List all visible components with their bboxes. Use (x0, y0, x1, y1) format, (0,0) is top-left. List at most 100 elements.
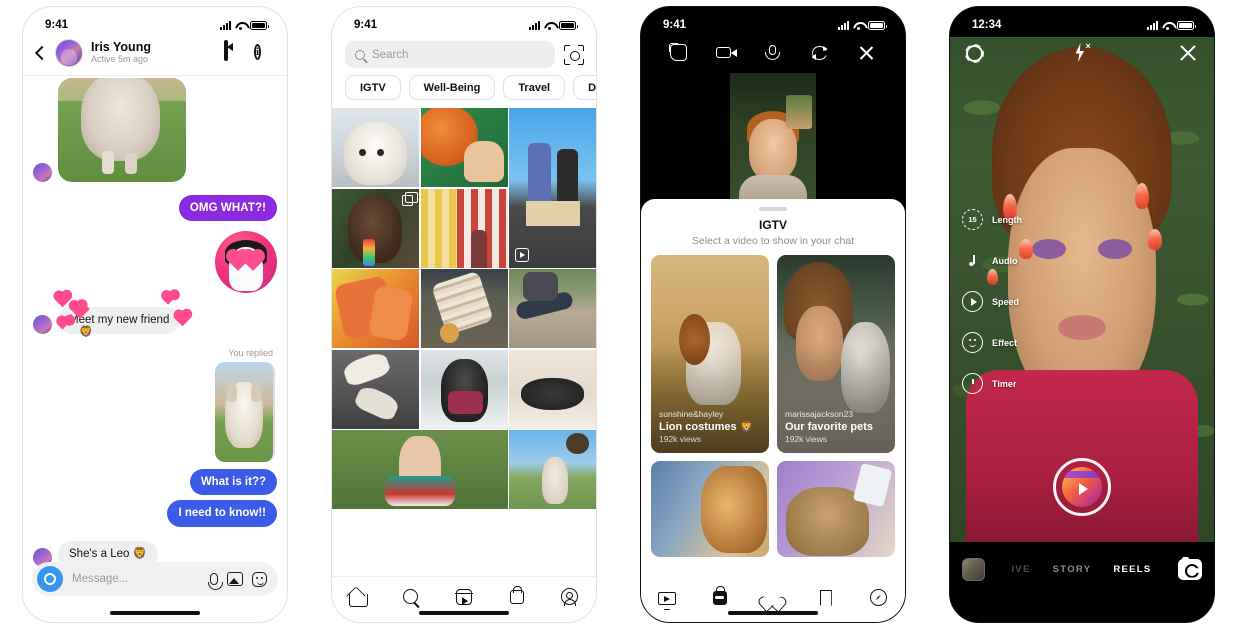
battery-icon (250, 20, 269, 30)
video-call-icon[interactable] (223, 40, 245, 64)
photo-icon[interactable] (227, 572, 243, 586)
message-bubble[interactable]: OMG WHAT?! (178, 195, 277, 222)
grid-item[interactable] (509, 349, 596, 429)
phone-frame-explore: 9:41 Search IGTV Well-Being Travel D (331, 6, 597, 623)
grid-item[interactable] (420, 188, 508, 268)
tool-audio[interactable]: Audio (962, 250, 1022, 271)
mic-icon[interactable] (207, 573, 223, 590)
camera-top-bar[interactable]: × (950, 41, 1214, 63)
message-bubble[interactable]: What is it?? (189, 468, 277, 496)
scan-icon[interactable] (564, 44, 584, 65)
category-chips[interactable]: IGTV Well-Being Travel De (332, 75, 596, 108)
signal-bars-icon (529, 20, 540, 30)
video-card[interactable]: marissajackson23 Our favorite pets 192k … (777, 254, 895, 453)
grid-item[interactable] (509, 108, 596, 268)
message-bubble[interactable]: I need to know!! (167, 500, 277, 527)
grid-item[interactable] (420, 349, 508, 429)
chip-decor[interactable]: De (573, 75, 596, 100)
audio-icon (962, 250, 983, 271)
phone-frame-reels-camera: 12:34 × 15 Length Audio Speed Effect Tim… (949, 6, 1215, 623)
message-sticker[interactable] (215, 231, 277, 294)
sheet-subtitle: Select a video to show in your chat (691, 234, 855, 247)
gallery-thumbnail[interactable] (962, 558, 985, 581)
tab-explore[interactable] (868, 587, 890, 609)
grid-item[interactable] (332, 349, 419, 429)
mode-live[interactable]: IVE (1011, 564, 1030, 575)
search-input[interactable]: Search (345, 41, 555, 68)
tab-shop[interactable] (506, 586, 528, 608)
chip-travel[interactable]: Travel (503, 75, 566, 100)
tab-search[interactable] (400, 586, 422, 608)
video-card[interactable]: sunshine&hayley Lion costumes 🦁 192k vie… (651, 254, 769, 453)
status-bar: 12:34 (950, 7, 1214, 37)
flip-camera-icon[interactable] (1178, 557, 1202, 580)
explore-grid[interactable] (332, 108, 596, 509)
tool-speed[interactable]: Speed (962, 291, 1022, 312)
grid-item[interactable] (420, 269, 508, 348)
grid-item[interactable] (332, 430, 508, 509)
message-photo-cat[interactable] (58, 78, 186, 182)
phone-frame-video-chat: 9:41 IGTV Select a video to show in your… (640, 6, 906, 623)
camera-icon[interactable] (37, 566, 63, 592)
tab-shop[interactable] (709, 586, 731, 609)
wifi-icon (235, 21, 246, 30)
grid-item[interactable] (509, 430, 596, 509)
flip-camera-icon[interactable] (809, 43, 831, 63)
tab-saved[interactable] (815, 587, 837, 609)
tool-timer[interactable]: Timer (962, 373, 1022, 394)
dm-contact[interactable]: Iris Young Active 5m ago (91, 40, 151, 66)
mode-story[interactable]: STORY (1053, 564, 1092, 575)
grid-item[interactable] (332, 188, 419, 268)
close-icon[interactable] (856, 43, 878, 63)
message-input[interactable]: Message... (72, 573, 201, 585)
tool-effect[interactable]: Effect (962, 332, 1022, 353)
avatar (33, 314, 52, 334)
message-thread[interactable]: OMG WHAT?! Meet my new friend 🦁 You repl… (23, 78, 287, 582)
record-button[interactable] (1053, 458, 1111, 516)
flash-off-icon[interactable]: × (1073, 41, 1090, 63)
message-composer[interactable]: Message... (32, 562, 278, 596)
back-icon[interactable] (33, 46, 47, 60)
effect-icon (962, 332, 983, 353)
tab-activity[interactable] (762, 587, 784, 609)
tab-reels[interactable] (453, 586, 475, 608)
tab-home[interactable] (347, 586, 369, 608)
camera-toggle-icon[interactable] (715, 43, 737, 63)
info-icon[interactable]: i (253, 42, 275, 64)
grid-item[interactable] (420, 108, 508, 187)
video-card[interactable] (777, 460, 895, 557)
message-row (33, 361, 277, 462)
call-controls[interactable] (641, 37, 905, 73)
close-icon[interactable] (1178, 43, 1198, 63)
grid-item[interactable] (332, 108, 419, 187)
mode-reels[interactable]: REELS (1113, 564, 1151, 575)
avatar (33, 163, 52, 182)
reply-label: You replied (228, 347, 273, 358)
grid-item[interactable] (332, 269, 419, 348)
tab-profile[interactable] (559, 586, 581, 608)
self-view-video[interactable] (730, 73, 816, 218)
status-indicators (529, 20, 578, 30)
mic-icon[interactable] (762, 43, 784, 63)
bottom-tab-bar[interactable] (332, 576, 596, 622)
status-indicators (1147, 20, 1196, 30)
bottom-tab-bar[interactable] (641, 578, 905, 622)
camera-mode-row[interactable]: IVE STORY REELS (950, 557, 1214, 581)
tab-igtv[interactable] (656, 587, 678, 610)
mode-list[interactable]: IVE STORY REELS (985, 564, 1178, 575)
gear-icon[interactable] (965, 43, 984, 63)
chip-igtv[interactable]: IGTV (345, 75, 401, 100)
grid-item[interactable] (509, 269, 596, 348)
tool-label: Length (992, 214, 1022, 225)
effects-icon[interactable] (668, 43, 690, 63)
chip-well-being[interactable]: Well-Being (408, 75, 496, 100)
sheet-drag-handle[interactable] (759, 207, 787, 211)
sticker-icon[interactable] (252, 571, 267, 587)
avatar[interactable] (55, 39, 83, 67)
tool-length[interactable]: 15 Length (962, 209, 1022, 230)
igtv-video-grid[interactable]: sunshine&hayley Lion costumes 🦁 192k vie… (651, 254, 895, 557)
video-card[interactable] (651, 460, 769, 557)
camera-tool-list[interactable]: 15 Length Audio Speed Effect Timer (962, 209, 1022, 394)
video-meta: sunshine&hayley Lion costumes 🦁 192k vie… (659, 409, 761, 446)
message-photo-puppy[interactable] (215, 361, 275, 462)
